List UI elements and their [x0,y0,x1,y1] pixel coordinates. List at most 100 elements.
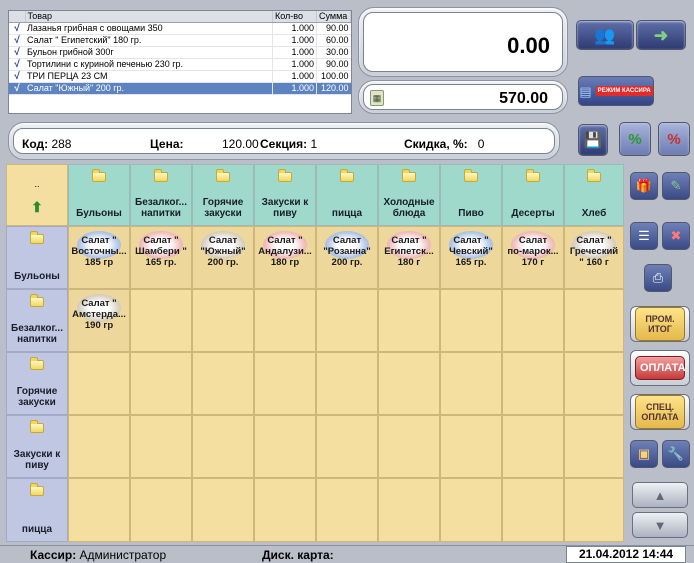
check-icon: √ [9,34,25,47]
item-sum: 60.00 [316,34,351,47]
exit-button[interactable]: ➜ [636,20,686,50]
empty-cell [564,289,624,352]
category-row-header[interactable]: Бульоны [6,226,68,289]
code-label: Код: [22,137,49,151]
card-button[interactable]: ▣ [630,440,658,468]
category-tab[interactable]: Закуски к пиву [254,164,316,226]
category-row-header[interactable]: Безалког... напитки [6,289,68,352]
special-pay-label: СПЕЦ. ОПЛАТА [635,395,685,429]
empty-cell [254,415,316,478]
add-item-button[interactable]: ✎ [662,172,690,200]
product-button[interactable]: Салат " Восточны... 185 гр [68,226,130,289]
item-qty: 1.000 [272,58,317,71]
empty-cell [316,415,378,478]
save-icon: 💾 [583,131,603,149]
print-button[interactable]: ⎙ [644,264,672,292]
category-row-header[interactable]: Закуски к пиву [6,415,68,478]
table-row[interactable]: √ Тортилини с куриной печенью 230 гр. 1.00… [9,58,351,71]
category-label: Закуски к пиву [13,449,61,471]
gift-icon: 🎁 [635,178,653,193]
calculator-icon[interactable]: ▦ [370,90,384,106]
category-tab[interactable]: Пиво [440,164,502,226]
scroll-down-button[interactable]: ▼ [632,512,688,538]
product-label: Шамбери " [135,246,187,257]
category-tab[interactable]: Хлеб [564,164,624,226]
settings-button[interactable]: 🔧 [662,440,690,468]
category-tab[interactable]: Холодные блюда [378,164,440,226]
check-icon: √ [9,22,25,35]
table-row[interactable]: √ ТРИ ПЕРЦА 23 СМ 1.000 100.00 [9,70,351,83]
delete-list-button[interactable]: ✖ [662,222,690,250]
product-weight: 180 гр [270,257,300,268]
list-button[interactable]: ☰ [630,222,658,250]
folder-icon [30,420,44,433]
empty-cell [130,352,192,415]
category-tab[interactable]: пицца [316,164,378,226]
remove-discount-button[interactable]: % [658,122,690,156]
col-item-header: Товар [25,11,273,23]
cashier-mode-label: РЕЖИМ КАССИРА [595,86,653,96]
item-name: Тортилини с куриной печенью 230 гр. [25,58,273,71]
chevron-up-icon: ▲ [653,487,667,503]
subtotal-button[interactable]: ПРОМ. ИТОГ [630,306,690,342]
save-button[interactable]: 💾 [578,124,608,156]
category-tab[interactable]: Безалког... напитки [130,164,192,226]
special-pay-button[interactable]: СПЕЦ. ОПЛАТА [630,394,690,430]
product-button[interactable]: Салат " Амстерда... 190 гр [68,289,130,352]
product-label: Греческий [569,246,619,257]
table-row[interactable]: √ Лазанья грибная с овощами 350 1.000 90.00 [9,22,351,35]
category-tab[interactable]: Бульоны [68,164,130,226]
empty-cell [192,352,254,415]
product-button[interactable]: Салат "Южный" 200 гр. [192,226,254,289]
product-button[interactable]: Салат " Шамбери " 165 гр. [130,226,192,289]
empty-cell [254,352,316,415]
add-gift-button[interactable]: 🎁 [630,172,658,200]
product-button[interactable]: Салат " Чевский" 165 гр. [440,226,502,289]
table-row[interactable]: √ Салат " Египетский" 180 гр. 1.000 60.00 [9,34,351,47]
product-weight: 190 гр [84,320,114,331]
category-label: пицца [21,524,53,535]
col-check [9,11,26,23]
cashier-mode-button[interactable]: ▤ РЕЖИМ КАССИРА [578,76,654,106]
col-qty-header: Кол-во [272,11,317,23]
empty-cell [192,415,254,478]
empty-cell [502,289,564,352]
check-icon: √ [9,46,25,59]
table-row[interactable]: √ Бульон грибной 300г 1.000 30.00 [9,46,351,59]
empty-cell [192,289,254,352]
category-tab[interactable]: Десерты [502,164,564,226]
subtotal-label: ПРОМ. ИТОГ [635,307,685,341]
order-table[interactable]: Товар Кол-во Сумма √ Лазанья грибная с ов… [8,10,352,114]
product-button[interactable]: Салат "Розанна" 200 гр. [316,226,378,289]
empty-cell [68,415,130,478]
item-sum: 90.00 [316,58,351,71]
category-label: Бульоны [14,271,60,282]
users-button[interactable]: 👥 [576,20,634,50]
item-qty: 1.000 [272,34,317,47]
scroll-up-button[interactable]: ▲ [632,482,688,508]
empty-cell [378,478,440,542]
discount-button[interactable]: % [619,122,651,156]
product-button[interactable]: Салат " Египетск... 180 г [378,226,440,289]
up-arrow-icon: ⬆ [31,199,43,215]
folder-icon [30,231,44,244]
category-row-header[interactable]: пицца [6,478,68,542]
pay-button[interactable]: ОПЛАТА [630,350,690,386]
product-weight: " 160 г [579,257,609,268]
product-button[interactable]: Салат по-марок... 170 г [502,226,564,289]
product-weight: 165 гр. [455,257,487,268]
item-name: Бульон грибной 300г [25,46,273,59]
product-button[interactable]: Салат " Греческий " 160 г [564,226,624,289]
table-row-selected[interactable]: √ Салат "Южный" 200 гр. 1.000 120.00 [9,82,351,95]
folder-icon [30,357,44,370]
category-label: Холодные блюда [383,197,435,219]
right-action-panel: 🎁 ✎ ☰ ✖ ⎙ ПРОМ. ИТОГ ОПЛАТА СПЕЦ. ОПЛАТА… [626,164,694,542]
back-to-root-cell[interactable]: .. ⬆ [6,164,68,226]
empty-cell [564,478,624,542]
category-row-header[interactable]: Горячие закуски [6,352,68,415]
empty-cell [192,478,254,542]
product-label: Чевский" [449,246,493,257]
product-button[interactable]: Салат " Андалузи... 180 гр [254,226,316,289]
item-qty: 1.000 [272,22,317,35]
category-tab[interactable]: Горячие закуски [192,164,254,226]
